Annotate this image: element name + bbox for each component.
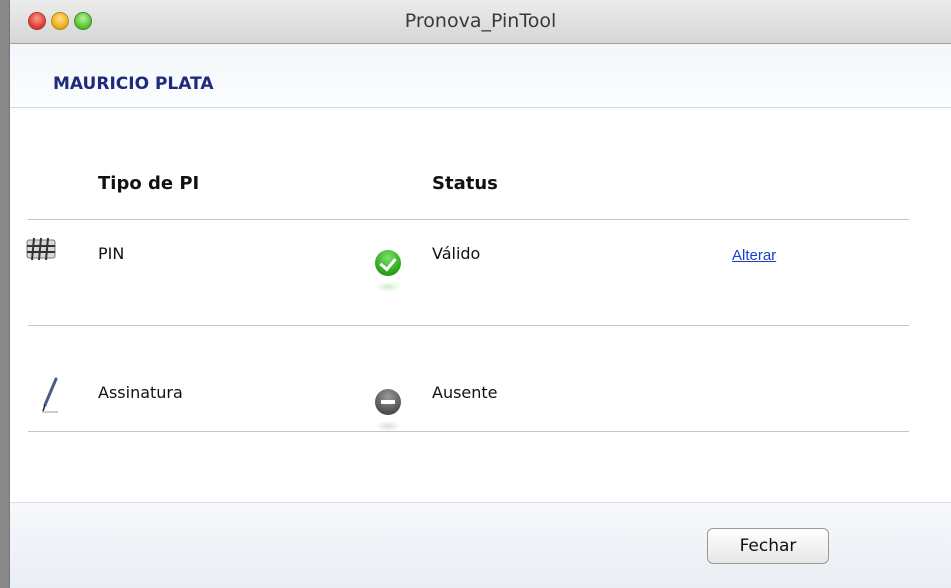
column-header-status: Status <box>432 173 498 194</box>
minus-circle-icon <box>375 389 401 415</box>
title-bar[interactable]: Pronova_PinTool <box>10 0 951 44</box>
divider <box>28 431 909 432</box>
check-circle-icon <box>375 250 401 276</box>
divider <box>28 325 909 326</box>
column-header-type: Tipo de PI <box>98 173 200 194</box>
app-window: Pronova_PinTool MAURICIO PLATA Tipo de P… <box>10 0 951 588</box>
pi-type: PIN <box>98 244 125 263</box>
pi-status: Válido <box>432 244 481 263</box>
close-button[interactable]: Fechar <box>707 528 829 564</box>
user-name: MAURICIO PLATA <box>53 74 214 94</box>
keypad-icon <box>26 237 56 261</box>
user-header: MAURICIO PLATA <box>10 44 951 108</box>
change-link[interactable]: Alterar <box>732 247 776 264</box>
icon-reflection <box>375 421 401 431</box>
footer-bar: Fechar <box>10 502 951 588</box>
pi-status: Ausente <box>432 383 498 402</box>
pen-icon <box>42 377 58 413</box>
divider <box>28 219 909 220</box>
icon-reflection <box>375 282 401 292</box>
window-title: Pronova_PinTool <box>404 10 557 32</box>
pi-type: Assinatura <box>98 383 183 402</box>
